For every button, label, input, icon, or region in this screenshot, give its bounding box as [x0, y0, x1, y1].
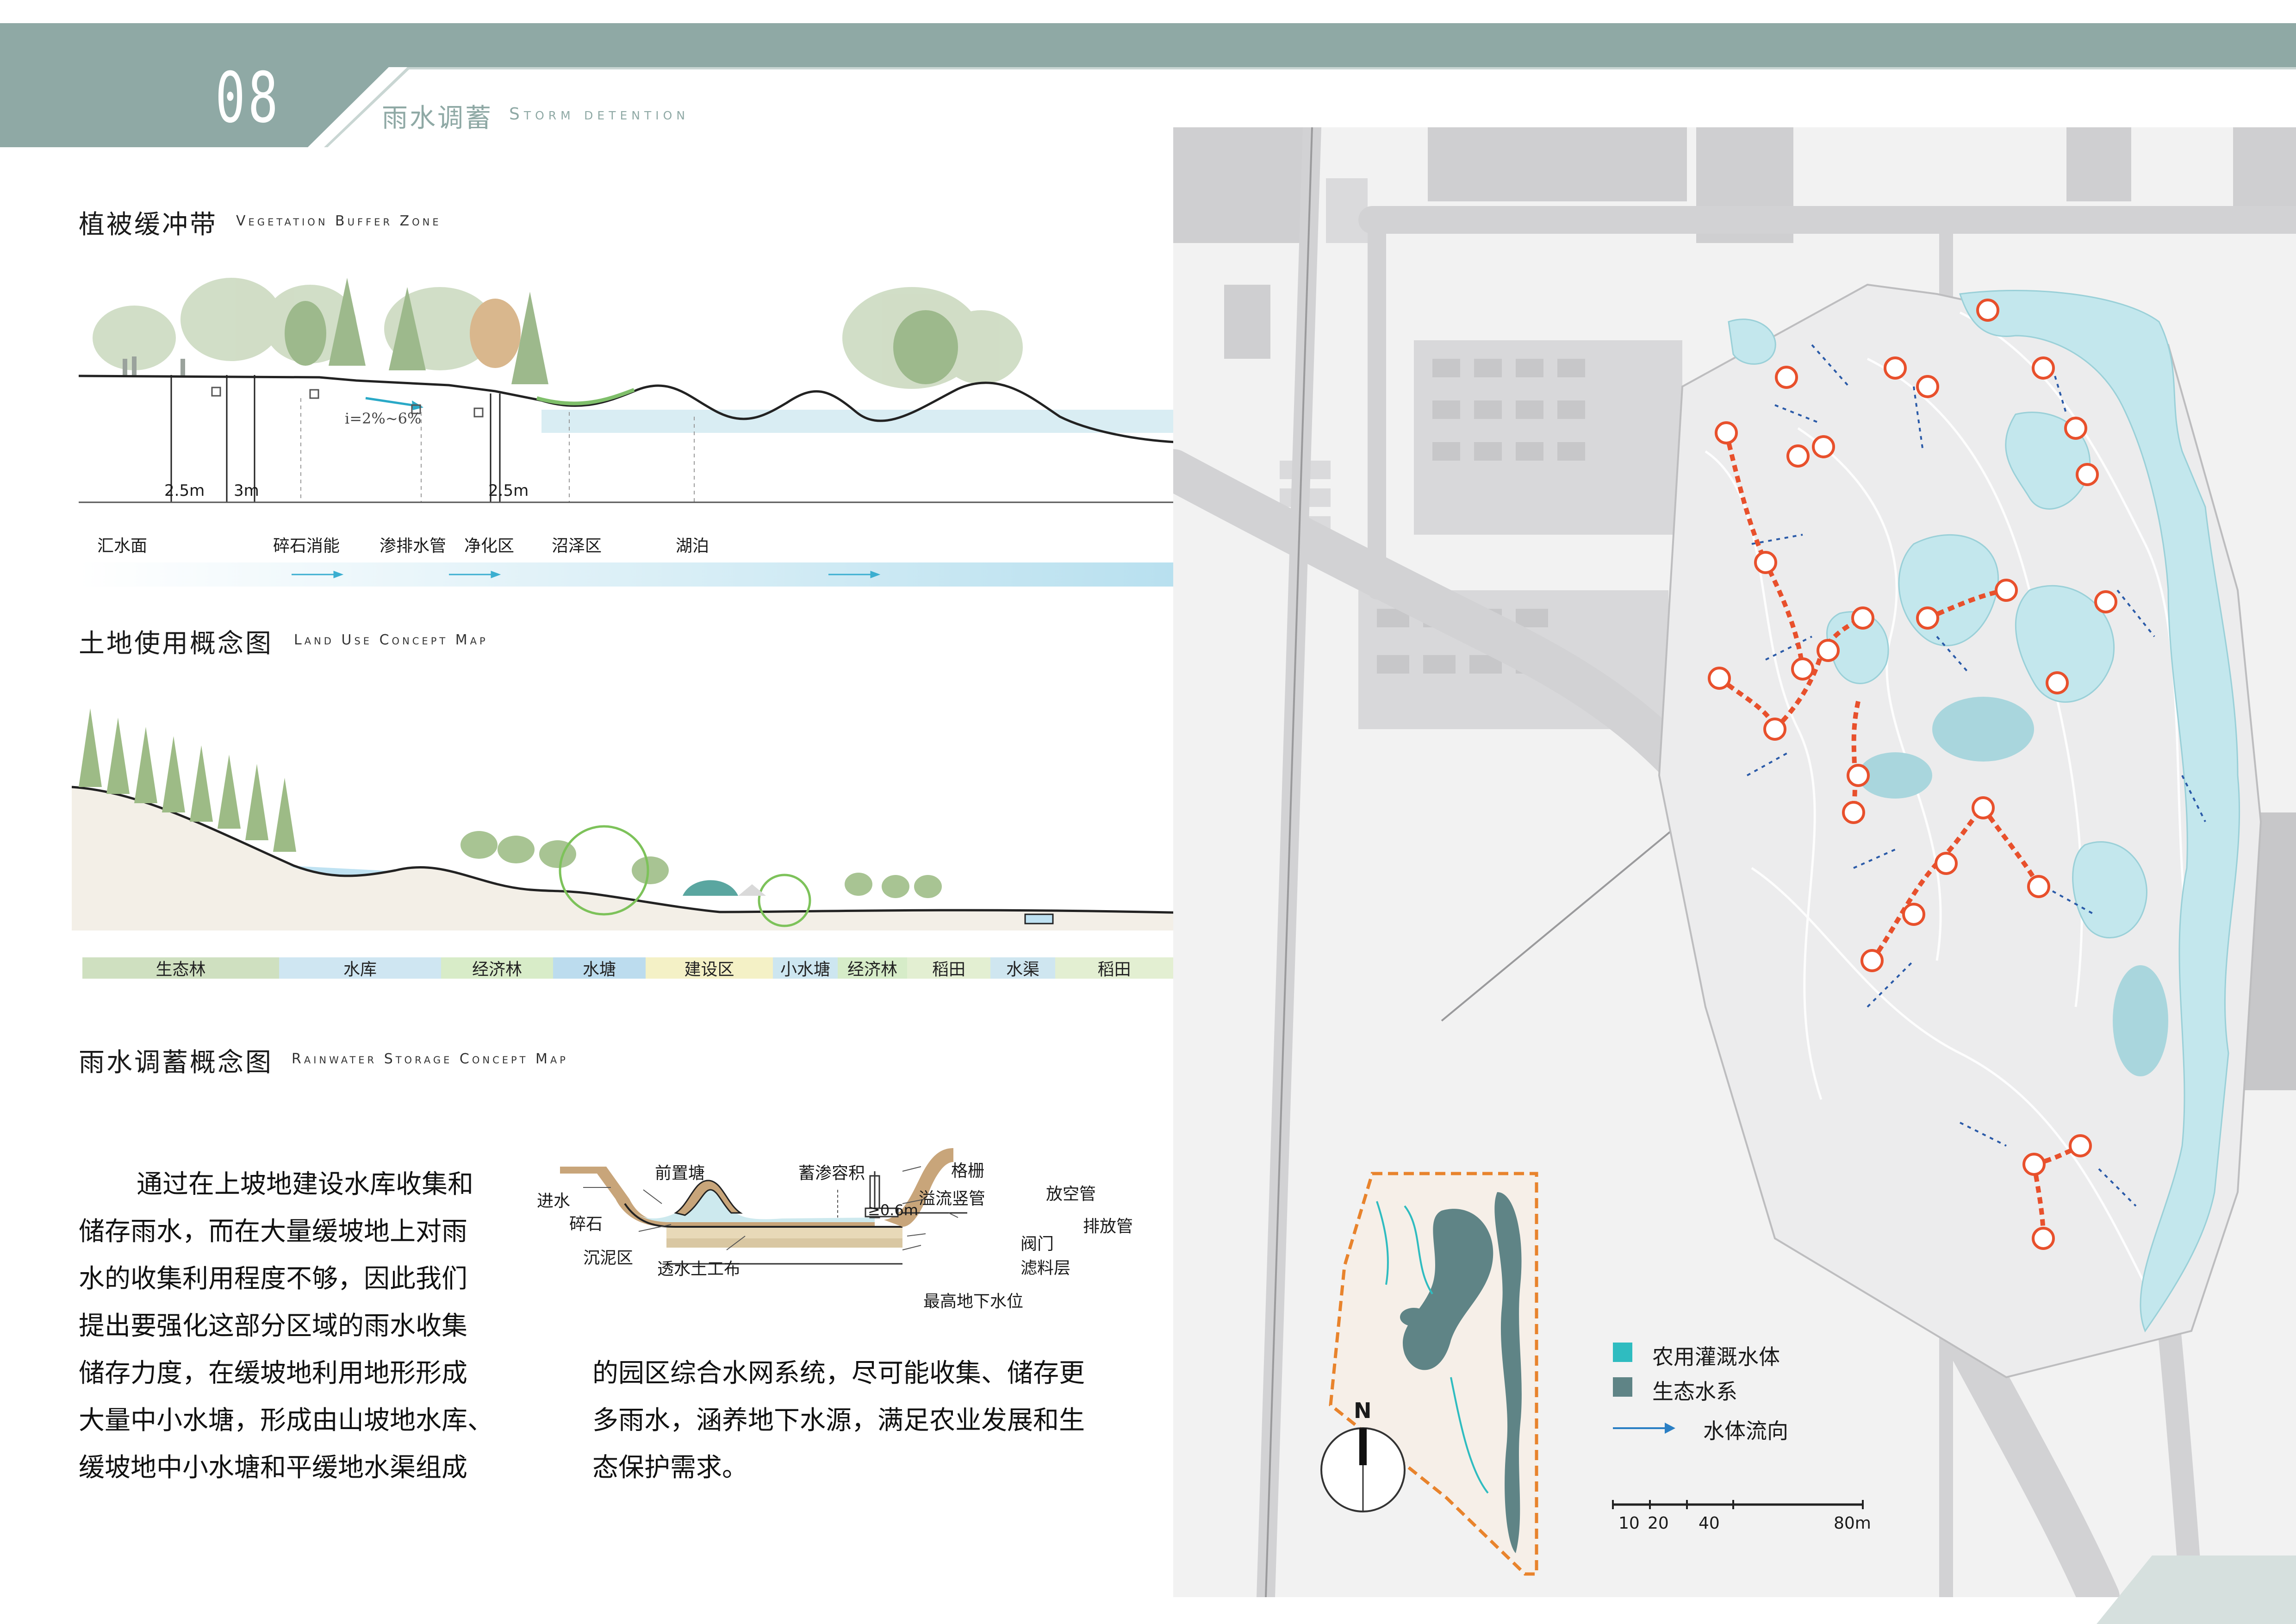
landuse-band: 经济林 [838, 957, 907, 979]
landuse-heading-zh: 土地使用概念图 [79, 629, 273, 659]
landuse-band: 稻田 [907, 957, 990, 979]
section-label: 汇水面 [97, 537, 148, 556]
compass-north: N [1354, 1398, 1372, 1423]
paragraph-right: 的园区综合水网系统，尽可能收集、储存更 多雨水，涵养地下水源，满足农业发展和生 … [592, 1350, 1176, 1492]
pond-label: 蓄渗容积 [798, 1164, 865, 1183]
pond-label: 透水土工布 [657, 1260, 741, 1279]
slope-label: i=2%~6% [345, 410, 422, 427]
dim-label: 3m [234, 481, 259, 500]
page-number: 08 [215, 58, 281, 138]
paragraph-left: 通过在上坡地建设水库收集和 储存雨水，而在大量缓坡地上对雨 水的收集利用程度不够… [79, 1161, 569, 1492]
vegetation-section-illustration [79, 278, 1176, 503]
pond-label: ≥0.6m [868, 1201, 918, 1219]
scale-label: 20 [1648, 1514, 1669, 1533]
landuse-section-illustration [72, 708, 1192, 931]
flow-gradient-bar [79, 562, 1176, 587]
landuse-band: 经济林 [441, 957, 553, 979]
pond-label: 前置塘 [655, 1164, 705, 1183]
paragraph-line: 通过在上坡地建设水库收集和 [137, 1169, 473, 1199]
landuse-band: 建设区 [646, 957, 773, 979]
paragraph-line: 水的收集利用程度不够，因此我们 [79, 1264, 467, 1294]
pond-label: 放空管 [1046, 1185, 1096, 1204]
paragraph-line: 大量中小水塘，形成由山坡地水库、 [79, 1405, 493, 1436]
paragraph-line: 多雨水，涵养地下水源，满足农业发展和生 [592, 1405, 1085, 1436]
dim-label: 2.5m [164, 481, 205, 500]
landuse-band: 生态林 [82, 957, 279, 979]
pond-label: 最高地下水位 [923, 1292, 1024, 1311]
landuse-heading-en: Land Use Concept Map [294, 632, 488, 648]
paragraph-line: 的园区综合水网系统，尽可能收集、储存更 [592, 1358, 1085, 1388]
pond-label: 滤料层 [1020, 1259, 1071, 1278]
pond-label: 格栅 [951, 1162, 985, 1181]
section-label: 净化区 [464, 537, 515, 556]
dim-label: 2.5m [488, 481, 529, 500]
scale-label: 80m [1834, 1514, 1871, 1533]
landuse-band: 稻田 [1055, 957, 1173, 979]
pond-label: 碎石 [569, 1215, 603, 1234]
pond-label: 进水 [537, 1192, 571, 1211]
paragraph-line: 态保护需求。 [592, 1453, 748, 1483]
vegetation-heading-zh: 植被缓冲带 [79, 210, 218, 240]
pond-label: 阀门 [1020, 1235, 1054, 1254]
corner-decoration [2097, 1555, 2296, 1624]
page-title-en: Storm detention [509, 105, 690, 124]
scale-label: 40 [1699, 1514, 1720, 1533]
page-title-zh: 雨水调蓄 [382, 103, 493, 133]
landuse-band: 小水塘 [773, 957, 838, 979]
landuse-band: 水库 [279, 957, 441, 979]
legend-label: 水体流向 [1703, 1418, 1788, 1443]
landuse-band: 水塘 [553, 957, 646, 979]
section-label: 碎石消能 [273, 537, 340, 556]
rainwater-heading-zh: 雨水调蓄概念图 [79, 1048, 273, 1078]
pond-label: 排放管 [1083, 1217, 1133, 1236]
pond-label: 沉泥区 [583, 1249, 634, 1268]
section-label: 沼泽区 [552, 537, 602, 556]
paragraph-line: 储存力度，在缓坡地利用地形形成 [79, 1358, 467, 1388]
vegetation-heading-en: Vegetation Buffer Zone [236, 213, 442, 229]
paragraph-line: 储存雨水，而在大量缓坡地上对雨 [79, 1217, 467, 1247]
legend-label: 农用灌溉水体 [1652, 1344, 1780, 1369]
rainwater-heading-en: Rainwater Storage Concept Map [292, 1051, 568, 1067]
scale-label: 10 [1618, 1514, 1640, 1533]
section-label: 湖泊 [676, 537, 709, 556]
landuse-band: 水渠 [990, 957, 1055, 979]
pond-label: 溢流竖管 [919, 1189, 986, 1208]
legend-label: 生态水系 [1652, 1379, 1737, 1404]
paragraph-line: 提出要强化这部分区域的雨水收集 [79, 1311, 467, 1341]
paragraph-line: 缓坡地中小水塘和平缓地水渠组成 [79, 1453, 467, 1483]
section-label: 渗排水管 [380, 537, 447, 556]
